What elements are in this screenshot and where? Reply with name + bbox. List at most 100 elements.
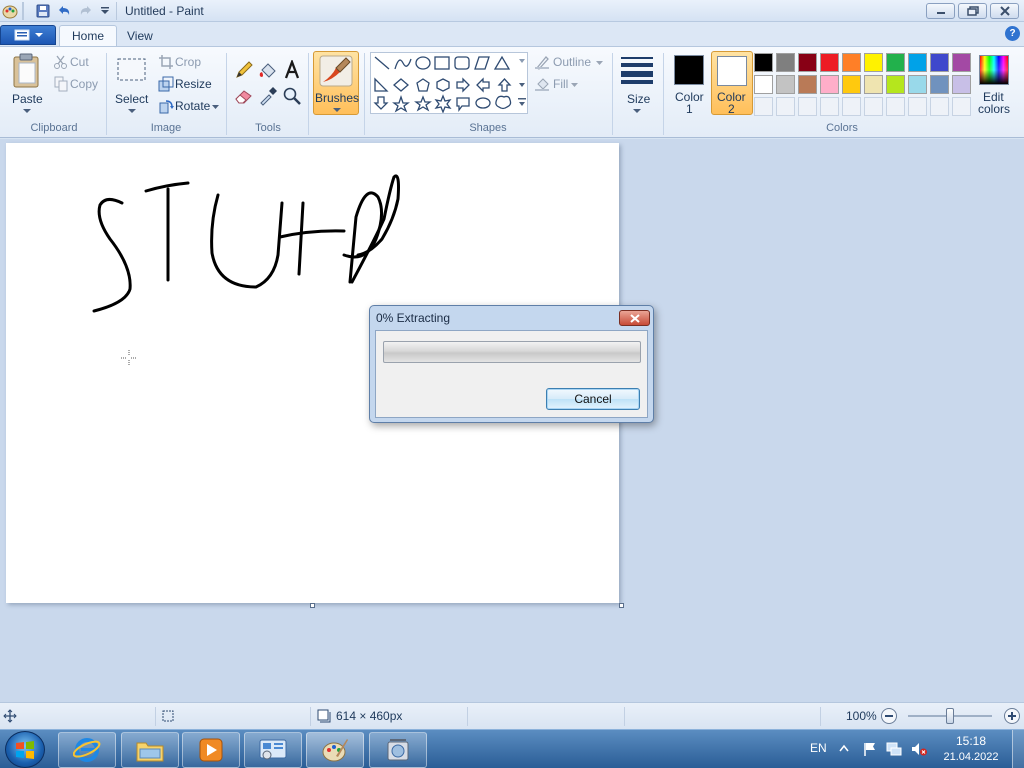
cut-button[interactable]: Cut: [52, 53, 98, 71]
eraser-icon: [235, 90, 252, 104]
taskbar-archiver[interactable]: [369, 732, 427, 768]
help-icon[interactable]: ?: [1005, 26, 1020, 41]
redo-icon[interactable]: [78, 3, 94, 19]
palette-color-swatch[interactable]: [886, 53, 905, 72]
taskbar-internet-explorer[interactable]: [58, 732, 116, 768]
language-indicator[interactable]: EN: [810, 741, 827, 755]
paste-button[interactable]: Paste: [8, 51, 46, 115]
palette-color-swatch[interactable]: [952, 53, 971, 72]
chevron-down-icon: [23, 109, 31, 113]
custom-color-slot[interactable]: [930, 97, 949, 116]
copy-label: Copy: [70, 77, 99, 91]
palette-color-swatch[interactable]: [886, 75, 905, 94]
palette-color-swatch[interactable]: [908, 53, 927, 72]
minimize-button[interactable]: [926, 3, 955, 19]
color1-button[interactable]: Color 1: [669, 51, 709, 116]
palette-color-swatch[interactable]: [908, 75, 927, 94]
crop-icon: [159, 55, 173, 69]
chevron-down-icon: [34, 33, 43, 37]
start-button[interactable]: [5, 731, 45, 768]
color2-button[interactable]: Color 2: [711, 51, 753, 116]
outline-label: Outline: [553, 55, 592, 69]
resize-handle-corner[interactable]: [619, 603, 624, 608]
show-hidden-icons-icon[interactable]: [839, 744, 849, 752]
resize-handle-bottom[interactable]: [310, 603, 315, 608]
rotate-button[interactable]: Rotate: [157, 97, 221, 115]
edit-colors-label-2: colors: [978, 102, 1011, 116]
chevron-down-icon: [212, 105, 219, 109]
palette-color-swatch[interactable]: [798, 53, 817, 72]
tab-home[interactable]: Home: [59, 25, 118, 46]
custom-color-slot[interactable]: [864, 97, 883, 116]
close-window-button[interactable]: [990, 3, 1019, 19]
fill-label: Fill: [553, 77, 569, 91]
group-divider: [612, 53, 613, 135]
volume-muted-icon[interactable]: [910, 741, 928, 757]
dialog-body: Cancel: [375, 330, 648, 418]
palette-color-swatch[interactable]: [798, 75, 817, 94]
custom-color-slot[interactable]: [842, 97, 861, 116]
palette-color-swatch[interactable]: [930, 75, 949, 94]
taskbar-paint[interactable]: [306, 732, 364, 768]
extracting-dialog: 0% Extracting Cancel: [369, 305, 654, 423]
status-bar: 614 × 460px 100%: [0, 702, 1024, 729]
custom-color-slot[interactable]: [776, 97, 795, 116]
palette-color-swatch[interactable]: [930, 53, 949, 72]
zoom-out-button[interactable]: [881, 708, 897, 724]
magnifier-tool[interactable]: [281, 85, 303, 107]
palette-color-swatch[interactable]: [864, 53, 883, 72]
palette-color-swatch[interactable]: [820, 75, 839, 94]
group-divider: [663, 53, 664, 135]
save-icon[interactable]: [35, 3, 51, 19]
shapes-gallery[interactable]: [370, 52, 528, 114]
zoom-in-button[interactable]: [1004, 708, 1020, 724]
outline-button[interactable]: Outline: [533, 53, 605, 71]
size-button[interactable]: Size: [617, 51, 657, 115]
custom-color-slot[interactable]: [908, 97, 927, 116]
crop-button[interactable]: Crop: [157, 53, 207, 71]
resize-button[interactable]: Resize: [157, 75, 217, 93]
taskbar-media-player[interactable]: [182, 732, 240, 768]
palette-color-swatch[interactable]: [842, 53, 861, 72]
clock-time[interactable]: 15:18: [941, 734, 1001, 748]
custom-color-slot[interactable]: [952, 97, 971, 116]
fill-button[interactable]: Fill: [533, 75, 583, 93]
palette-color-swatch[interactable]: [776, 53, 795, 72]
network-icon[interactable]: [886, 741, 902, 757]
clock-date[interactable]: 21.04.2022: [941, 751, 1001, 763]
show-desktop-button[interactable]: [1012, 730, 1024, 768]
palette-color-swatch[interactable]: [842, 75, 861, 94]
palette-color-swatch[interactable]: [754, 75, 773, 94]
color-picker-tool[interactable]: [257, 85, 279, 107]
palette-color-swatch[interactable]: [820, 53, 839, 72]
cancel-button[interactable]: Cancel: [546, 388, 640, 410]
custom-color-slot[interactable]: [820, 97, 839, 116]
taskbar-control-panel[interactable]: [244, 732, 302, 768]
custom-color-slot[interactable]: [886, 97, 905, 116]
custom-color-slot[interactable]: [798, 97, 817, 116]
selection-size-icon: [162, 710, 174, 722]
undo-icon[interactable]: [56, 3, 72, 19]
zoom-slider-thumb[interactable]: [946, 708, 954, 724]
tab-view[interactable]: View: [115, 25, 165, 46]
eraser-tool[interactable]: [233, 85, 255, 107]
paint-app-icon[interactable]: [2, 3, 18, 19]
customize-qat-icon[interactable]: [97, 3, 113, 19]
action-center-flag-icon[interactable]: [862, 741, 878, 757]
pencil-tool[interactable]: [233, 59, 255, 81]
text-tool[interactable]: [281, 58, 303, 81]
palette-color-swatch[interactable]: [776, 75, 795, 94]
palette-color-swatch[interactable]: [864, 75, 883, 94]
fill-tool[interactable]: [257, 59, 279, 81]
copy-button[interactable]: Copy: [52, 75, 102, 93]
palette-color-swatch[interactable]: [754, 53, 773, 72]
paint-menu-button[interactable]: [0, 25, 56, 45]
select-button[interactable]: Select: [113, 51, 151, 115]
taskbar-explorer[interactable]: [121, 732, 179, 768]
dialog-close-button[interactable]: [619, 310, 650, 326]
edit-colors-button[interactable]: Edit colors: [977, 51, 1011, 116]
custom-color-slot[interactable]: [754, 97, 773, 116]
palette-color-swatch[interactable]: [952, 75, 971, 94]
restore-button[interactable]: [958, 3, 987, 19]
brushes-button[interactable]: Brushes: [313, 51, 359, 115]
